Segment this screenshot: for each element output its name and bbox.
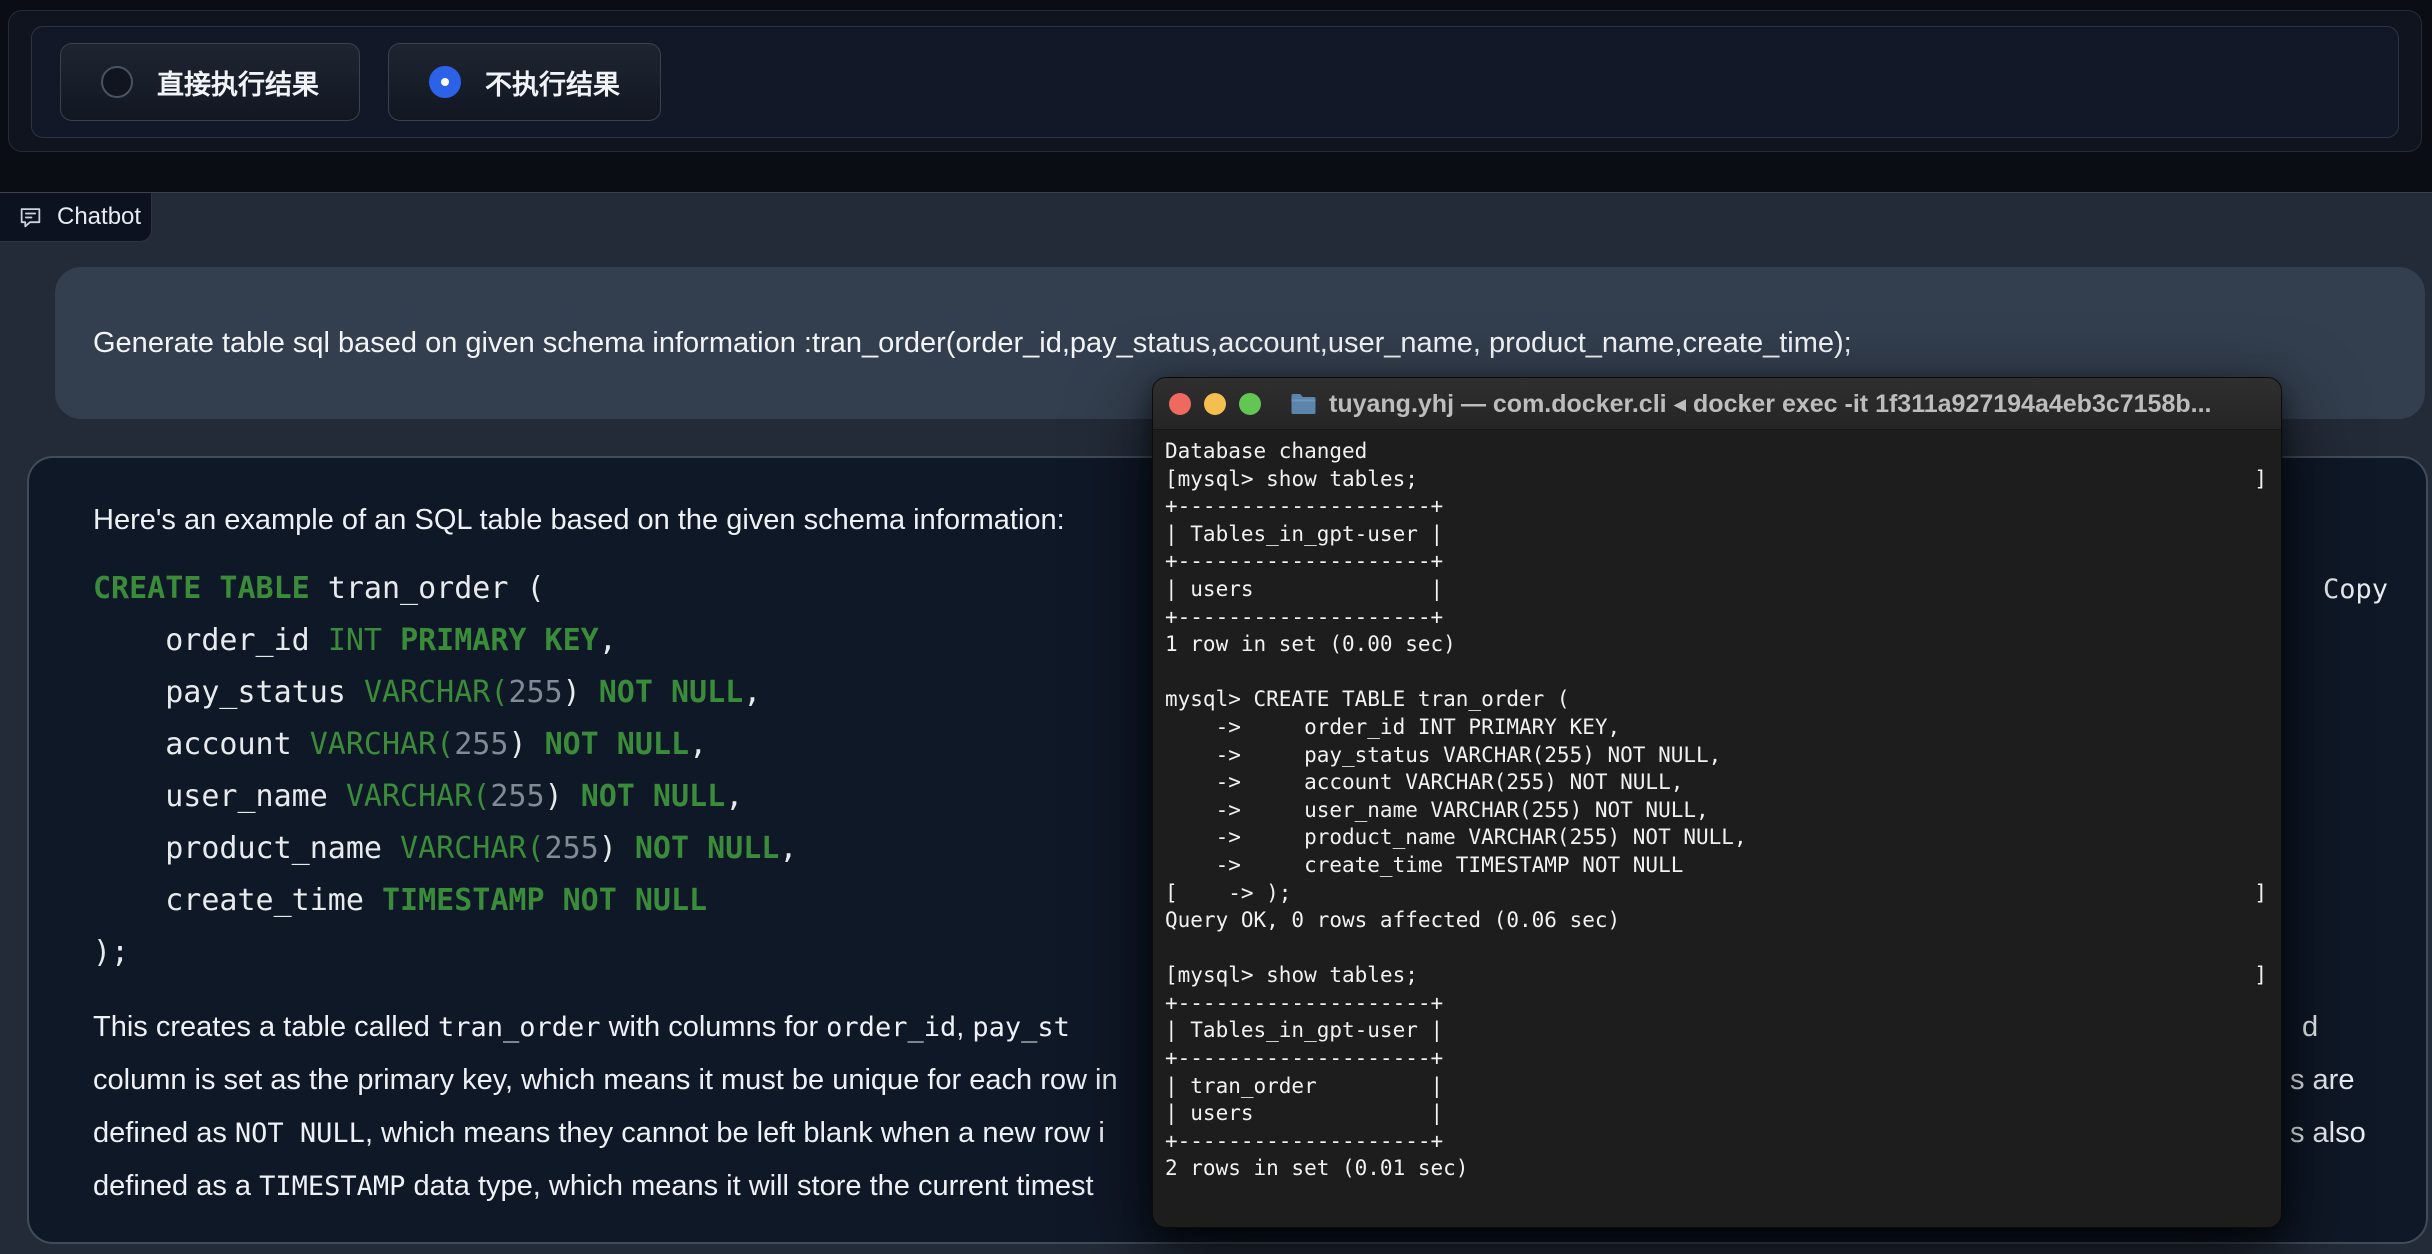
terminal-line: | Tables_in_gpt-user |: [1165, 1017, 2267, 1045]
terminal-line: +--------------------+: [1165, 548, 2267, 576]
page: 直接执行结果 不执行结果 Chatbot Generate table sql …: [0, 0, 2432, 1254]
terminal-line: Query OK, 0 rows affected (0.06 sec): [1165, 907, 2267, 935]
execution-mode-panel: 直接执行结果 不执行结果: [8, 10, 2422, 152]
terminal-line: 2 rows in set (0.01 sec): [1165, 1155, 2267, 1183]
terminal-line: | users |: [1165, 1100, 2267, 1128]
close-window-button[interactable]: [1169, 393, 1191, 415]
terminal-line: | Tables_in_gpt-user |: [1165, 521, 2267, 549]
radio-circle-icon[interactable]: [429, 66, 461, 98]
folder-icon: [1290, 392, 1317, 415]
copy-button[interactable]: Copy: [2323, 574, 2388, 605]
zoom-window-button[interactable]: [1239, 393, 1261, 415]
chatbot-tab: Chatbot: [0, 193, 152, 242]
terminal-line: -> create_time TIMESTAMP NOT NULL: [1165, 852, 2267, 880]
radio-option-direct-execute[interactable]: 直接执行结果: [60, 43, 360, 121]
terminal-line: +--------------------+: [1165, 1045, 2267, 1073]
terminal-line: [ -> );]: [1165, 880, 2267, 908]
terminal-line: -> account VARCHAR(255) NOT NULL,: [1165, 769, 2267, 797]
terminal-line: mysql> CREATE TABLE tran_order (: [1165, 686, 2267, 714]
terminal-output: Database changed[mysql> show tables;]+--…: [1153, 430, 2281, 1183]
terminal-line: -> order_id INT PRIMARY KEY,: [1165, 714, 2267, 742]
radio-label: 直接执行结果: [157, 63, 319, 102]
terminal-line: +--------------------+: [1165, 990, 2267, 1018]
terminal-line: Database changed: [1165, 438, 2267, 466]
terminal-title: tuyang.yhj — com.docker.cli ◂ docker exe…: [1329, 389, 2211, 419]
terminal-line: +--------------------+: [1165, 604, 2267, 632]
terminal-window[interactable]: tuyang.yhj — com.docker.cli ◂ docker exe…: [1152, 377, 2282, 1228]
terminal-line: | tran_order |: [1165, 1073, 2267, 1101]
radio-label: 不执行结果: [485, 63, 620, 102]
terminal-line: +--------------------+: [1165, 493, 2267, 521]
terminal-line: -> user_name VARCHAR(255) NOT NULL,: [1165, 797, 2267, 825]
radio-option-no-execute[interactable]: 不执行结果: [388, 43, 661, 121]
radio-circle-icon[interactable]: [101, 66, 133, 98]
minimize-window-button[interactable]: [1204, 393, 1226, 415]
terminal-line: -> product_name VARCHAR(255) NOT NULL,: [1165, 824, 2267, 852]
user-message-text: Generate table sql based on given schema…: [93, 327, 1852, 360]
terminal-line: | users |: [1165, 576, 2267, 604]
terminal-line: +--------------------+: [1165, 1128, 2267, 1156]
chatbot-tab-label: Chatbot: [57, 203, 141, 231]
terminal-line: [1165, 935, 2267, 963]
terminal-line: 1 row in set (0.00 sec): [1165, 631, 2267, 659]
terminal-titlebar[interactable]: tuyang.yhj — com.docker.cli ◂ docker exe…: [1153, 378, 2281, 430]
terminal-line: [1165, 659, 2267, 687]
chatbot-icon: [18, 205, 43, 230]
terminal-line: [mysql> show tables;]: [1165, 466, 2267, 494]
execution-mode-radio-group: 直接执行结果 不执行结果: [31, 26, 2399, 138]
terminal-line: [mysql> show tables;]: [1165, 962, 2267, 990]
terminal-line: -> pay_status VARCHAR(255) NOT NULL,: [1165, 742, 2267, 770]
